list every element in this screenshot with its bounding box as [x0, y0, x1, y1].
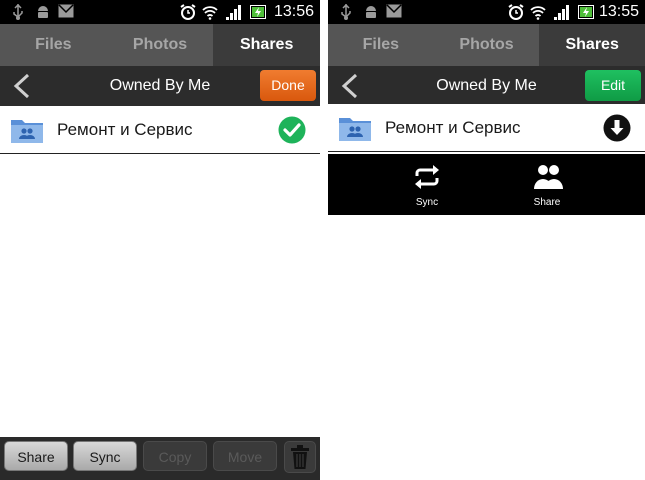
copy-button[interactable]: Copy [143, 441, 207, 471]
delete-button[interactable] [284, 441, 316, 473]
sync-icon [415, 165, 439, 189]
tab-bar: Files Photos Shares [0, 24, 320, 66]
clock: 13:56 [273, 3, 314, 20]
left-screen: 13:56 Files Photos Shares Owned By Me Do… [0, 0, 320, 480]
download-circle-icon[interactable] [603, 114, 631, 142]
people-icon [534, 165, 563, 189]
bottom-toolbar: Share Sync Copy Move [0, 437, 320, 480]
check-circle-icon[interactable] [278, 116, 306, 144]
tab-photos[interactable]: Photos [107, 24, 214, 66]
tab-shares[interactable]: Shares [539, 24, 645, 66]
usb-icon [341, 4, 351, 20]
wifi-icon [202, 6, 218, 20]
status-bar: 13:55 [328, 0, 645, 24]
list-item[interactable]: Ремонт и Сервис [0, 106, 320, 154]
usb-icon [13, 4, 23, 20]
tab-photos[interactable]: Photos [434, 24, 540, 66]
shared-folder-icon [339, 118, 371, 141]
tab-files[interactable]: Files [0, 24, 107, 66]
alarm-icon [508, 4, 524, 20]
status-bar: 13:56 [0, 0, 320, 24]
tab-shares[interactable]: Shares [213, 24, 320, 66]
share-action-label: Share [533, 197, 561, 208]
header-bar: Owned By Me Edit [328, 66, 645, 106]
sync-action-label: Sync [415, 197, 439, 208]
share-button[interactable]: Share [4, 441, 68, 471]
signal-icon [554, 5, 569, 20]
shared-folder-icon [11, 120, 43, 143]
header-bar: Owned By Me Done [0, 66, 320, 106]
battery-charging-icon [578, 5, 594, 19]
android-debug-icon [366, 6, 376, 18]
android-debug-icon [38, 6, 48, 18]
sync-button[interactable]: Sync [73, 441, 137, 471]
edit-button[interactable]: Edit [585, 70, 641, 101]
mail-icon [386, 4, 402, 18]
share-action[interactable]: Share [507, 154, 587, 215]
wifi-icon [530, 6, 546, 20]
mail-icon [58, 4, 74, 18]
right-screen: 13:55 Files Photos Shares Owned By Me Ed… [328, 0, 645, 480]
move-button[interactable]: Move [213, 441, 277, 471]
done-button[interactable]: Done [260, 70, 316, 101]
alarm-icon [180, 4, 196, 20]
battery-charging-icon [250, 5, 266, 19]
clock: 13:55 [598, 3, 639, 20]
sync-action[interactable]: Sync [387, 154, 467, 215]
folder-name: Ремонт и Сервис [385, 118, 521, 137]
signal-icon [226, 5, 241, 20]
folder-name: Ремонт и Сервис [57, 120, 193, 139]
list-item[interactable]: Ремонт и Сервис [328, 104, 645, 152]
tab-bar: Files Photos Shares [328, 24, 645, 66]
trash-icon [291, 445, 309, 469]
action-panel: Sync Share [328, 154, 645, 215]
tab-files[interactable]: Files [328, 24, 434, 66]
